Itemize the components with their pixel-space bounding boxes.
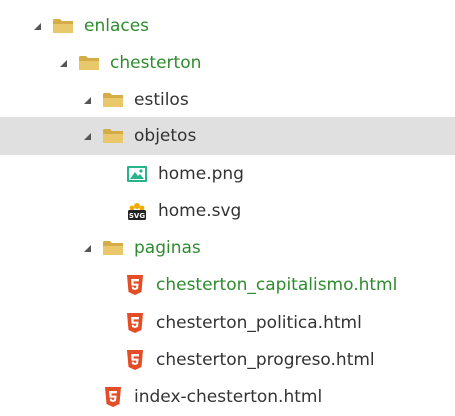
tree-item-chesterton-politica[interactable]: chesterton_politica.html xyxy=(0,304,455,342)
tree-item-label: home.svg xyxy=(158,201,242,221)
tree-item-label: chesterton_progreso.html xyxy=(156,350,375,370)
tree-item-estilos[interactable]: estilos xyxy=(0,81,455,119)
tree-item-label: objetos xyxy=(134,126,197,146)
tree-item-paginas[interactable]: paginas xyxy=(0,229,455,267)
tree-item-label: enlaces xyxy=(84,16,150,36)
file-tree: enlaces chesterton estilos objetos home.… xyxy=(0,0,455,410)
html5-file-icon xyxy=(124,350,146,370)
tree-item-label: index-chesterton.html xyxy=(134,387,323,407)
html5-file-icon xyxy=(124,313,146,333)
folder-icon xyxy=(102,238,124,258)
triangle-down-icon[interactable] xyxy=(58,58,68,68)
html5-file-icon xyxy=(102,387,124,407)
triangle-down-icon[interactable] xyxy=(32,21,42,31)
tree-item-label: chesterton_politica.html xyxy=(156,313,362,333)
tree-item-label: chesterton_capitalismo.html xyxy=(156,275,398,295)
folder-icon xyxy=(102,126,124,146)
folder-icon xyxy=(52,16,74,36)
tree-item-chesterton-progreso[interactable]: chesterton_progreso.html xyxy=(0,341,455,379)
tree-item-home-png[interactable]: home.png xyxy=(0,155,455,193)
tree-item-index-chesterton[interactable]: index-chesterton.html xyxy=(0,378,455,416)
tree-item-home-svg[interactable]: SVG home.svg xyxy=(0,192,455,230)
folder-icon xyxy=(102,90,124,110)
html5-file-icon xyxy=(124,275,146,295)
tree-item-chesterton-capitalismo[interactable]: chesterton_capitalismo.html xyxy=(0,266,455,304)
image-file-icon xyxy=(126,164,148,184)
tree-item-label: home.png xyxy=(158,164,244,184)
tree-item-enlaces[interactable]: enlaces xyxy=(0,7,455,45)
svg-file-icon: SVG xyxy=(126,201,148,221)
triangle-down-icon[interactable] xyxy=(82,95,92,105)
svg-text:SVG: SVG xyxy=(129,212,145,220)
tree-item-label: chesterton xyxy=(110,53,202,73)
tree-item-objetos[interactable]: objetos xyxy=(0,117,455,155)
tree-item-label: estilos xyxy=(134,90,189,110)
tree-item-label: paginas xyxy=(134,238,201,258)
triangle-down-icon[interactable] xyxy=(82,243,92,253)
triangle-down-icon[interactable] xyxy=(82,131,92,141)
folder-icon xyxy=(78,53,100,73)
tree-item-chesterton[interactable]: chesterton xyxy=(0,44,455,82)
